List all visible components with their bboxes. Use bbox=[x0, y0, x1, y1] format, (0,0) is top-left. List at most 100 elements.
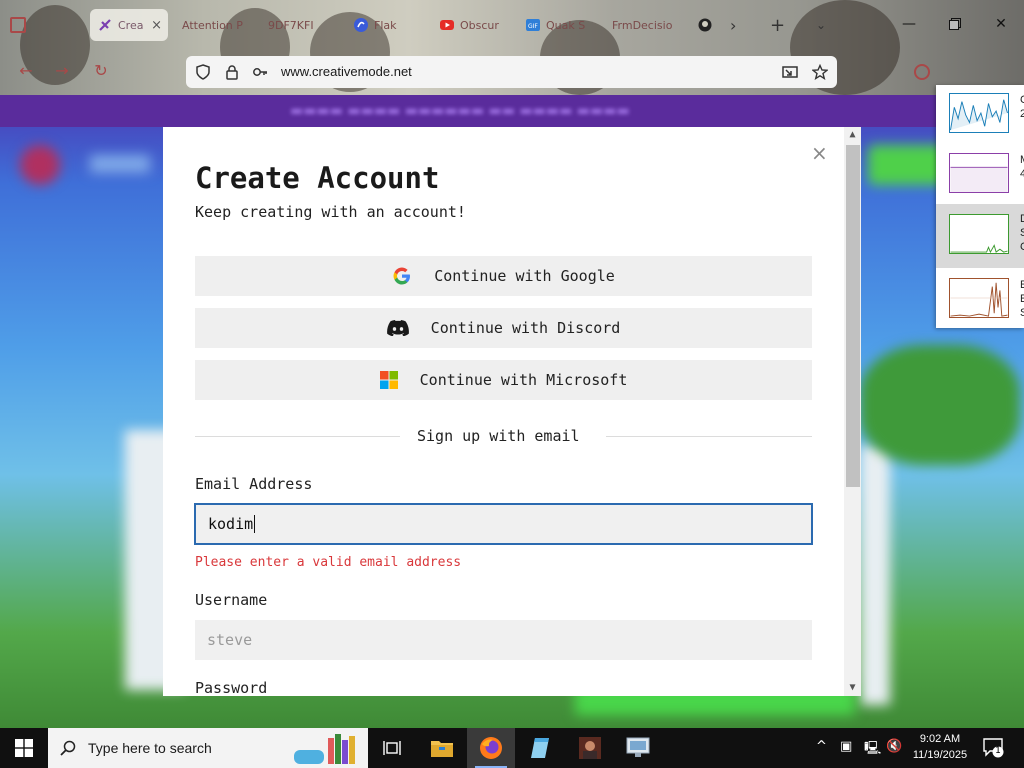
cpu-graph bbox=[949, 93, 1009, 133]
email-error-message: Please enter a valid email address bbox=[195, 555, 462, 570]
tab[interactable]: FrmDecisio bbox=[612, 9, 692, 41]
reload-icon[interactable]: ↻ bbox=[91, 61, 111, 81]
perf-row-memory[interactable]: M4 bbox=[936, 145, 1024, 203]
perf-label: C2 bbox=[1020, 94, 1024, 120]
scrollbar-thumb[interactable] bbox=[846, 145, 860, 487]
divider-line bbox=[606, 436, 812, 437]
search-icon bbox=[60, 740, 76, 756]
firefox-icon bbox=[480, 737, 502, 759]
site-banner: ▬▬▬▬ ▬▬▬▬ ▬▬▬▬▬▬ ▬▬ ▬▬▬▬ ▬▬▬▬ bbox=[0, 95, 1024, 127]
perf-row-ethernet[interactable]: EES bbox=[936, 270, 1024, 328]
folder-icon bbox=[431, 741, 453, 757]
site-card bbox=[860, 445, 890, 705]
notification-center-button[interactable]: 1 bbox=[982, 736, 1004, 758]
tab-label: Attention P bbox=[182, 18, 243, 32]
scroll-down-icon[interactable]: ▼ bbox=[844, 680, 861, 696]
google-button-label: Continue with Google bbox=[434, 267, 615, 285]
modal-close-icon[interactable]: × bbox=[811, 141, 828, 165]
search-placeholder: Type here to search bbox=[88, 740, 212, 756]
url-text[interactable]: www.creativemode.net bbox=[281, 64, 412, 79]
modal-subtitle: Keep creating with an account! bbox=[195, 203, 466, 221]
app-button[interactable] bbox=[566, 728, 614, 768]
site-nav bbox=[90, 155, 150, 173]
tab-close-icon[interactable]: × bbox=[151, 18, 162, 33]
key-icon[interactable] bbox=[252, 64, 268, 80]
windows-icon bbox=[15, 739, 33, 757]
discord-button-label: Continue with Discord bbox=[430, 319, 621, 337]
taskbar-clock[interactable]: 9:02 AM 11/19/2025 bbox=[908, 731, 972, 763]
shield-icon[interactable] bbox=[195, 64, 211, 80]
perf-row-cpu[interactable]: C2 bbox=[936, 85, 1024, 143]
gif-favicon-icon: GIF bbox=[526, 19, 540, 31]
continue-with-google-button[interactable]: Continue with Google bbox=[195, 256, 812, 296]
meet-now-icon[interactable]: ▣ bbox=[840, 739, 852, 754]
modal-scrollbar[interactable]: ▲ ▼ bbox=[844, 127, 861, 696]
youtube-favicon-icon bbox=[440, 20, 454, 30]
site-logo bbox=[20, 145, 60, 185]
email-field[interactable]: kodim bbox=[194, 503, 813, 545]
perf-row-disk[interactable]: DSC bbox=[936, 204, 1024, 268]
taskbar-search-box[interactable]: Type here to search bbox=[48, 728, 368, 768]
account-icon[interactable] bbox=[914, 64, 930, 80]
show-hidden-icons-chevron-icon[interactable]: ^ bbox=[816, 739, 827, 754]
maximize-icon[interactable] bbox=[945, 14, 965, 34]
tab[interactable]: 9DF7KFI bbox=[268, 9, 338, 41]
email-value: kodim bbox=[208, 515, 254, 533]
address-bar[interactable]: www.creativemode.net bbox=[186, 56, 837, 88]
file-explorer-button[interactable] bbox=[418, 728, 466, 768]
tab[interactable] bbox=[698, 9, 716, 41]
firefox-button[interactable] bbox=[467, 728, 515, 768]
ethernet-graph bbox=[949, 278, 1009, 318]
perf-label: M4 bbox=[1020, 154, 1024, 180]
username-label: Username bbox=[195, 591, 268, 609]
tab-active[interactable]: Crea × bbox=[90, 9, 168, 41]
new-tab-button[interactable]: + bbox=[770, 9, 786, 41]
creativemode-favicon-icon bbox=[99, 19, 111, 31]
volume-muted-icon[interactable]: 🔇 bbox=[886, 739, 902, 754]
text-caret bbox=[254, 515, 256, 533]
notepad-icon bbox=[531, 738, 549, 758]
tab-list-icon[interactable]: ⌄ bbox=[816, 9, 832, 41]
discord-icon bbox=[386, 320, 409, 336]
svg-text:GIF: GIF bbox=[528, 23, 538, 30]
email-label: Email Address bbox=[195, 475, 313, 493]
search-highlight-books-icon bbox=[292, 732, 364, 766]
create-account-modal: ▲ ▼ × Create Account Keep creating with … bbox=[163, 127, 861, 696]
clock-date: 11/19/2025 bbox=[912, 749, 968, 761]
task-view-icon bbox=[383, 741, 401, 755]
tab[interactable]: Attention P bbox=[182, 9, 254, 41]
tab-label: Crea bbox=[118, 18, 144, 32]
continue-with-microsoft-button[interactable]: Continue with Microsoft bbox=[195, 360, 812, 400]
username-field[interactable]: steve bbox=[195, 620, 812, 660]
tab-scroll-right-icon[interactable]: › bbox=[730, 9, 746, 41]
flak-favicon-icon bbox=[354, 18, 368, 32]
memory-graph bbox=[949, 153, 1009, 193]
continue-with-discord-button[interactable]: Continue with Discord bbox=[195, 308, 812, 348]
app-button[interactable] bbox=[614, 728, 662, 768]
tab-label: FrmDecisio bbox=[612, 18, 673, 32]
minimize-icon[interactable]: — bbox=[899, 14, 919, 34]
scroll-up-icon[interactable]: ▲ bbox=[844, 127, 861, 143]
forward-arrow-icon[interactable]: → bbox=[52, 61, 72, 81]
perf-label: EES bbox=[1020, 279, 1024, 319]
app-button[interactable] bbox=[516, 728, 564, 768]
tab[interactable]: Flak bbox=[354, 9, 426, 41]
remote-desktop-icon bbox=[626, 737, 650, 757]
network-icon[interactable]: 🖳 bbox=[864, 739, 881, 761]
close-window-icon[interactable]: ✕ bbox=[991, 14, 1011, 34]
microsoft-icon bbox=[379, 371, 398, 389]
back-arrow-icon[interactable]: ← bbox=[16, 61, 36, 81]
start-button[interactable] bbox=[0, 728, 48, 768]
tab[interactable]: GIF Quak S bbox=[526, 9, 602, 41]
divider-line bbox=[195, 436, 400, 437]
tab[interactable]: Obscur bbox=[440, 9, 514, 41]
tab-label: Flak bbox=[374, 18, 397, 32]
tab-label: 9DF7KFI bbox=[268, 18, 314, 32]
bookmark-star-icon[interactable] bbox=[812, 64, 828, 80]
divider-text: Sign up with email bbox=[417, 427, 580, 445]
taskbar: Type here to search ^ ▣ 🖳 🔇 9:02 AM 11/1… bbox=[0, 728, 1024, 768]
task-view-button[interactable] bbox=[368, 728, 416, 768]
lock-icon[interactable] bbox=[224, 64, 240, 80]
picture-in-picture-icon[interactable] bbox=[782, 64, 798, 80]
tab-overview-icon[interactable] bbox=[10, 9, 26, 41]
